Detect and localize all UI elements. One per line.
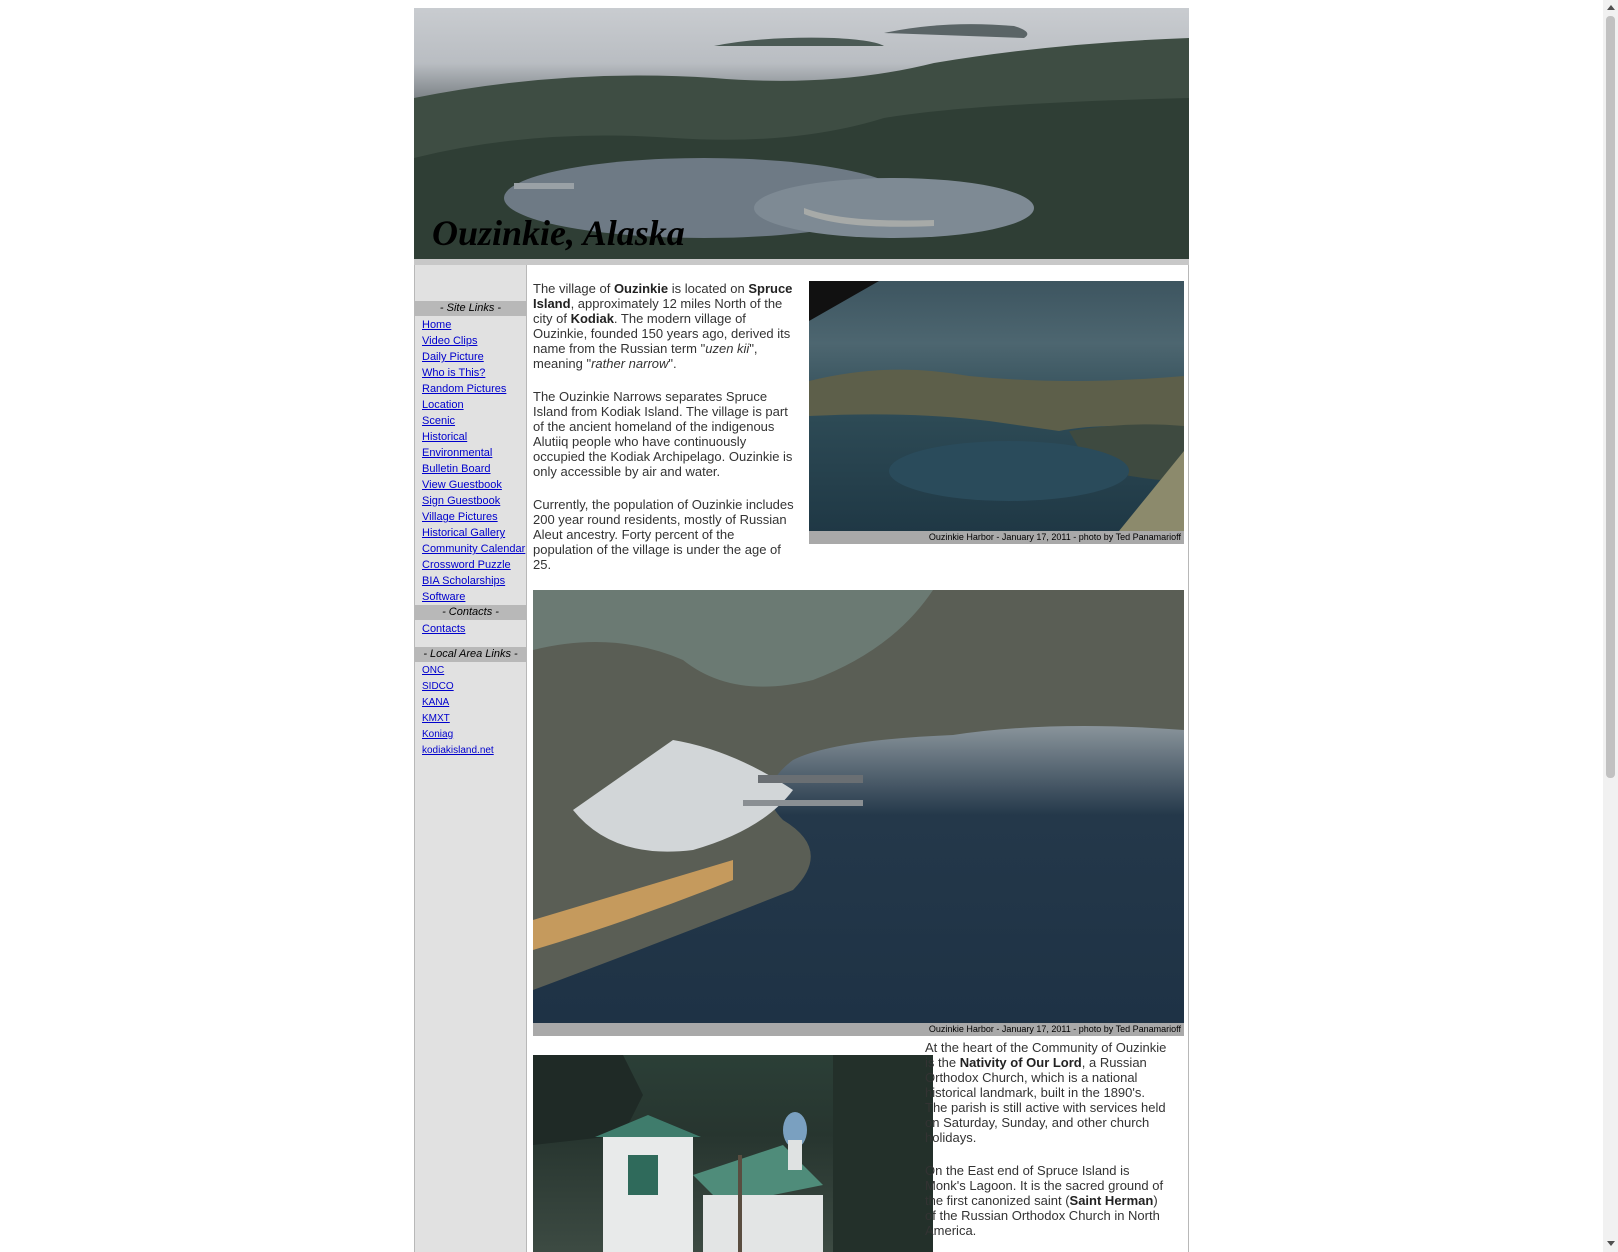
local-link-kana[interactable]: KANA — [422, 697, 449, 708]
nav-link-random-pictures[interactable]: Random Pictures — [422, 383, 506, 395]
nav-link-bia-scholarships[interactable]: BIA Scholarships — [422, 575, 505, 587]
local-link-koniag[interactable]: Koniag — [422, 729, 453, 740]
harbor-photo-1 — [809, 281, 1184, 531]
local-link-kodiakisland[interactable]: kodiakisland.net — [422, 745, 494, 756]
nav-link-sign-guestbook[interactable]: Sign Guestbook — [422, 495, 500, 507]
header-banner: Ouzinkie, Alaska — [414, 8, 1189, 259]
harbor-photo-2 — [533, 590, 1184, 1023]
sidebar: - Site Links - Home Video Clips Daily Pi… — [414, 265, 526, 1252]
nav-link-location[interactable]: Location — [422, 399, 464, 411]
nav-link-daily-picture[interactable]: Daily Picture — [422, 351, 484, 363]
local-links-heading: - Local Area Links - — [415, 647, 526, 662]
intro-paragraph-3: Currently, the population of Ouzinkie in… — [533, 497, 794, 572]
nav-link-historical[interactable]: Historical — [422, 431, 467, 443]
local-link-onc[interactable]: ONC — [422, 665, 444, 676]
scroll-down-arrow-icon[interactable] — [1607, 1241, 1615, 1246]
local-link-kmxt[interactable]: KMXT — [422, 713, 450, 724]
site-links-heading: - Site Links - — [415, 301, 526, 316]
scroll-up-arrow-icon[interactable] — [1607, 5, 1615, 10]
intro-text: The village of Ouzinkie is located on Sp… — [533, 281, 797, 572]
nav-link-historical-gallery[interactable]: Historical Gallery — [422, 527, 505, 539]
nav-link-view-guestbook[interactable]: View Guestbook — [422, 479, 502, 491]
nav-link-who-is-this[interactable]: Who is This? — [422, 367, 485, 379]
nav-link-contacts[interactable]: Contacts — [422, 623, 465, 635]
vertical-scrollbar[interactable] — [1603, 0, 1618, 1252]
church-photo — [533, 1055, 933, 1252]
nav-link-environmental[interactable]: Environmental — [422, 447, 492, 459]
local-link-sidco[interactable]: SIDCO — [422, 681, 454, 692]
nav-link-scenic[interactable]: Scenic — [422, 415, 455, 427]
nav-link-community-calendar[interactable]: Community Calendar — [422, 543, 525, 555]
nav-link-video-clips[interactable]: Video Clips — [422, 335, 477, 347]
intro-paragraph-2: The Ouzinkie Narrows separates Spruce Is… — [533, 389, 793, 479]
scrollbar-thumb[interactable] — [1606, 16, 1615, 778]
intro-paragraph-1: The village of Ouzinkie is located on Sp… — [533, 281, 793, 371]
nav-link-bulletin-board[interactable]: Bulletin Board — [422, 463, 491, 475]
church-text: At the heart of the Community of Ouzinki… — [925, 1040, 1167, 1238]
nav-link-software[interactable]: Software — [422, 591, 465, 603]
contacts-heading: - Contacts - — [415, 605, 526, 620]
nav-link-crossword-puzzle[interactable]: Crossword Puzzle — [422, 559, 511, 571]
photo-2-caption: Ouzinkie Harbor - January 17, 2011 - pho… — [533, 1023, 1184, 1036]
page: Ouzinkie, Alaska - Site Links - Home Vid… — [414, 8, 1189, 1252]
local-links-list: ONC SIDCO KANA KMXT Koniag kodiakisland.… — [415, 662, 526, 759]
main-content: The village of Ouzinkie is located on Sp… — [526, 265, 1189, 1252]
nav-link-home[interactable]: Home — [422, 319, 451, 331]
site-links-list: Home Video Clips Daily Picture Who is Th… — [415, 316, 526, 605]
church-paragraph: At the heart of the Community of Ouzinki… — [925, 1040, 1167, 1145]
photo-1-caption: Ouzinkie Harbor - January 17, 2011 - pho… — [809, 531, 1184, 544]
site-title: Ouzinkie, Alaska — [432, 213, 685, 253]
contacts-list: Contacts — [415, 620, 526, 637]
nav-link-village-pictures[interactable]: Village Pictures — [422, 511, 498, 523]
monks-lagoon-paragraph: On the East end of Spruce Island is Monk… — [925, 1163, 1164, 1238]
